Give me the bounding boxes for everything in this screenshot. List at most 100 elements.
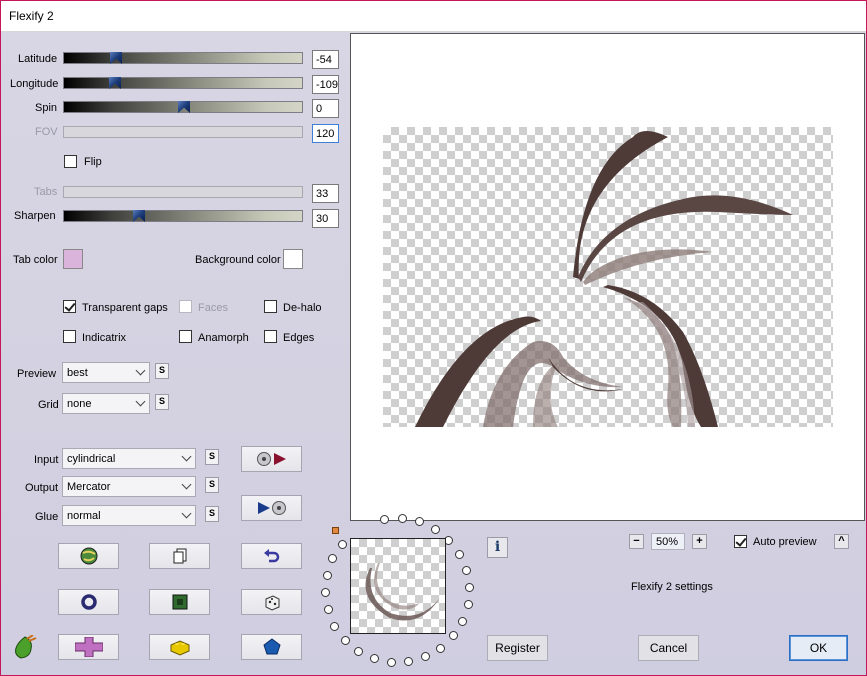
tabs-field[interactable]: 33	[312, 184, 339, 203]
ok-button[interactable]: OK	[789, 635, 848, 661]
dial-dot[interactable]	[330, 621, 340, 631]
glue-select-value: normal	[67, 510, 101, 522]
input-select[interactable]: cylindrical	[62, 448, 196, 469]
dial-dot[interactable]	[455, 549, 465, 559]
cross-icon	[74, 637, 103, 657]
dial-dot[interactable]	[328, 554, 338, 564]
faces-checkbox[interactable]	[179, 300, 192, 313]
cancel-button[interactable]: Cancel	[638, 635, 699, 661]
spin-field[interactable]: 0	[312, 99, 339, 118]
dial-dot[interactable]	[462, 565, 472, 575]
random-globe-button[interactable]	[58, 543, 119, 569]
longitude-slider[interactable]	[63, 77, 303, 89]
dial-dot[interactable]	[369, 654, 379, 664]
tabs-label: Tabs	[34, 186, 58, 198]
flexify-dialog: Flexify 2 Latitude -54 Longitude -109 Sp…	[0, 0, 867, 676]
latitude-slider[interactable]	[63, 52, 303, 64]
load-input-button[interactable]	[241, 446, 302, 472]
anamorph-checkbox[interactable]	[179, 330, 192, 343]
dial-dot[interactable]	[337, 539, 347, 549]
dial-dot[interactable]	[448, 631, 458, 641]
spin-slider[interactable]	[63, 101, 303, 113]
copy-button[interactable]	[149, 543, 210, 569]
pentagon-button[interactable]	[241, 634, 302, 660]
spin-thumb[interactable]	[178, 101, 190, 113]
chevron-down-icon	[135, 365, 146, 376]
copy-icon	[173, 548, 186, 564]
dial-dot[interactable]	[397, 514, 407, 524]
de-halo-checkbox[interactable]	[264, 300, 277, 313]
output-s-button[interactable]: S	[205, 477, 219, 493]
square-button[interactable]	[149, 589, 210, 615]
grid-s-button[interactable]: S	[155, 394, 169, 410]
undo-button[interactable]	[241, 543, 302, 569]
info-button[interactable]: i	[487, 537, 508, 558]
background-color-swatch[interactable]	[283, 249, 303, 269]
latitude-thumb[interactable]	[110, 52, 122, 64]
dial-dot[interactable]	[323, 605, 333, 615]
indicatrix-label: Indicatrix	[82, 332, 127, 344]
zoom-out-button[interactable]: −	[629, 534, 644, 549]
longitude-thumb[interactable]	[109, 77, 121, 89]
navigator-handle[interactable]	[332, 527, 339, 534]
dial-dot[interactable]	[436, 643, 446, 653]
preview-select[interactable]: best	[62, 362, 150, 383]
tabs-slider[interactable]	[63, 186, 303, 198]
tabs-shape-button[interactable]	[58, 634, 119, 660]
longitude-label: Longitude	[10, 78, 59, 90]
edges-checkbox[interactable]	[264, 330, 277, 343]
output-select[interactable]: Mercator	[62, 476, 196, 497]
collapse-button[interactable]: ^	[834, 534, 849, 549]
sharpen-thumb[interactable]	[133, 210, 145, 222]
input-s-button[interactable]: S	[205, 449, 219, 465]
preview-label: Preview	[17, 368, 57, 380]
indicatrix-checkbox[interactable]	[63, 330, 76, 343]
sharpen-slider[interactable]	[63, 210, 303, 222]
load-output-button[interactable]	[241, 495, 302, 521]
disc-to-play-icon	[256, 452, 286, 466]
preview-canvas[interactable]	[350, 33, 865, 521]
grid-select-value: none	[67, 398, 92, 410]
longitude-field[interactable]: -109	[312, 75, 339, 94]
fov-slider[interactable]	[63, 126, 303, 138]
ring-button[interactable]	[58, 589, 119, 615]
dial-dot[interactable]	[354, 646, 364, 656]
dial-dot[interactable]	[463, 600, 473, 610]
dial-dot[interactable]	[321, 588, 331, 598]
dial-dot[interactable]	[322, 570, 332, 580]
glue-select[interactable]: normal	[62, 505, 196, 526]
navigator-image	[365, 563, 440, 621]
sharpen-field[interactable]: 30	[312, 209, 339, 228]
dial-dot[interactable]	[404, 657, 414, 667]
dial-dot[interactable]	[430, 524, 440, 534]
brick-button[interactable]	[149, 634, 210, 660]
auto-preview-checkbox[interactable]	[734, 535, 747, 548]
grid-label: Grid	[38, 399, 59, 411]
dial-dot[interactable]	[386, 657, 396, 667]
preview-s-button[interactable]: S	[155, 363, 169, 379]
dial-dot[interactable]	[421, 652, 431, 662]
zoom-level: 50%	[651, 533, 685, 550]
output-select-value: Mercator	[67, 481, 111, 493]
undo-icon	[263, 549, 279, 563]
output-label: Output	[25, 482, 59, 494]
dial-dot[interactable]	[464, 582, 474, 592]
transparent-gaps-checkbox[interactable]	[63, 300, 76, 313]
brick-icon	[170, 640, 189, 656]
latitude-field[interactable]: -54	[312, 50, 339, 69]
globe-icon	[80, 547, 97, 565]
zoom-in-button[interactable]: +	[692, 534, 707, 549]
dice-button[interactable]	[241, 589, 302, 615]
input-label: Input	[34, 454, 59, 466]
flip-checkbox[interactable]	[64, 155, 77, 168]
dial-dot[interactable]	[415, 517, 425, 527]
tab-color-swatch[interactable]	[63, 249, 83, 269]
dial-dot[interactable]	[340, 635, 350, 645]
dial-dot[interactable]	[380, 515, 390, 525]
register-button[interactable]: Register	[487, 635, 548, 661]
fov-field[interactable]: 120	[312, 124, 339, 143]
glue-s-button[interactable]: S	[205, 506, 219, 522]
sharpen-label: Sharpen	[14, 210, 56, 222]
grid-select[interactable]: none	[62, 393, 150, 414]
dial-dot[interactable]	[458, 616, 468, 626]
